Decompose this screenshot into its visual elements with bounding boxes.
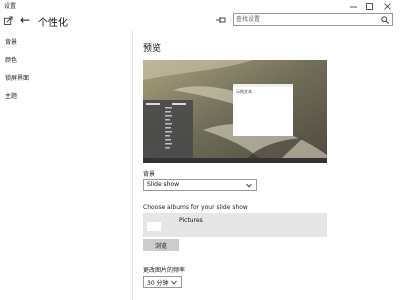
preview-image: 示例文本 (143, 60, 327, 163)
pin-icon[interactable] (216, 16, 226, 24)
browse-button[interactable]: 浏览 (143, 239, 179, 251)
back-button[interactable]: ← (20, 13, 30, 27)
app-title: 设置 (4, 3, 17, 10)
chevron-down-icon (171, 280, 177, 285)
preview-sample-text: 示例文本 (236, 89, 252, 94)
maximize-icon (365, 2, 373, 10)
album-name: Pictures (179, 217, 203, 224)
interval-label: 更改图片的频率 (143, 267, 186, 274)
album-thumbnail (147, 222, 161, 231)
album-item[interactable]: Pictures (143, 213, 327, 237)
title-bar: 设置 (0, 0, 400, 12)
interval-dropdown-value: 30 分钟 (147, 280, 169, 287)
background-label: 背景 (143, 171, 156, 178)
preview-title: 预览 (143, 44, 162, 54)
search-icon[interactable] (381, 16, 389, 24)
page-title: 个性化 (38, 18, 68, 29)
background-dropdown[interactable]: Slide show (143, 179, 257, 191)
search-input[interactable] (236, 14, 376, 25)
sidebar-item-colors[interactable]: 颜色 (5, 55, 17, 64)
sidebar-divider (132, 30, 133, 300)
minimize-button[interactable] (346, 0, 360, 12)
chevron-down-icon (246, 183, 252, 188)
sidebar-item-lock-screen[interactable]: 锁屏界面 (5, 73, 29, 82)
sidebar-item-themes[interactable]: 主题 (5, 91, 17, 100)
interval-dropdown[interactable]: 30 分钟 (143, 276, 182, 288)
albums-label: Choose albums for your slide show (143, 204, 248, 211)
home-icon[interactable] (4, 16, 13, 25)
background-dropdown-value: Slide show (147, 181, 180, 188)
close-icon (383, 2, 391, 10)
preview-wallpaper (143, 60, 327, 163)
search-box[interactable] (233, 13, 393, 26)
close-button[interactable] (380, 0, 394, 12)
maximize-button[interactable] (362, 0, 376, 12)
sidebar-item-background[interactable]: 背景 (5, 37, 17, 46)
settings-window: 设置 ← 个性化 背景 颜色 锁屏界面 主题 预览 (0, 0, 400, 300)
minimize-icon (349, 6, 357, 7)
